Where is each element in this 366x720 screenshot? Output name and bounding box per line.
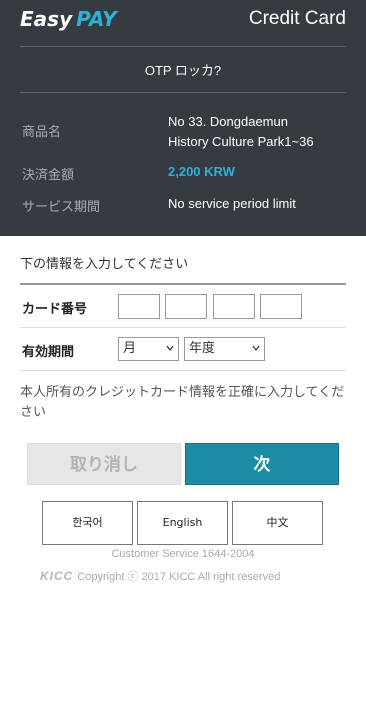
instruction-text: 下の情報を入力してください <box>20 257 189 272</box>
customer-service-text: Customer Service 1644-2004 <box>111 548 255 560</box>
header-divider-bottom <box>20 92 346 93</box>
expiry-label: 有効期間 <box>22 345 75 360</box>
service-label: サービス期間 <box>22 199 101 214</box>
language-korean-button[interactable]: 한국어 <box>42 501 133 545</box>
card-number-label: カード番号 <box>22 302 88 317</box>
language-chinese-button[interactable]: 中文 <box>232 501 323 545</box>
header: Easy PAY Credit Card OTP ロッカ? 商品名 No 33. … <box>0 0 366 236</box>
month-selected-value: 月 <box>123 341 137 356</box>
service-value: No service period limit <box>168 196 296 211</box>
language-english-button[interactable]: English <box>137 501 228 545</box>
logo-easy: Easy <box>20 7 73 31</box>
header-divider-top <box>20 46 346 47</box>
form-divider-middle <box>20 327 346 328</box>
copyright-text: Copyright ⓒ 2017 KICC All right reserved <box>77 571 281 583</box>
product-line2: History Culture Park1~36 <box>168 134 314 149</box>
card-number-input-2[interactable] <box>165 294 207 319</box>
kicc-logo: KICC <box>40 569 74 583</box>
cancel-button[interactable]: 取り消し <box>27 443 181 485</box>
chevron-down-icon <box>166 345 174 351</box>
copyright-line: KICC Copyright ⓒ 2017 KICC All right rese… <box>40 568 280 584</box>
card-number-input-3[interactable] <box>213 294 255 319</box>
product-value: No 33. Dongdaemun History Culture Park1~… <box>168 112 353 152</box>
card-number-input-1[interactable] <box>118 294 160 319</box>
form-divider-top <box>20 283 346 285</box>
card-number-input-4[interactable] <box>260 294 302 319</box>
otp-link[interactable]: OTP ロッカ? <box>0 60 366 79</box>
expiry-year-select[interactable]: 年度 <box>184 337 265 361</box>
chevron-down-icon <box>252 345 260 351</box>
product-line1: No 33. Dongdaemun <box>168 114 288 129</box>
form-divider-bottom <box>20 370 346 371</box>
logo-pay: PAY <box>76 7 117 31</box>
amount-value: 2,200 KRW <box>168 164 235 179</box>
product-label: 商品名 <box>22 124 62 139</box>
expiry-month-select[interactable]: 月 <box>118 337 179 361</box>
next-button[interactable]: 次 <box>185 443 339 485</box>
amount-label: 決済金額 <box>22 167 75 182</box>
notice-text: 本人所有のクレジットカード情報を正確に入力してください <box>20 385 345 420</box>
year-selected-value: 年度 <box>189 341 216 356</box>
page-title: Credit Card <box>248 8 346 29</box>
easypay-logo: Easy PAY <box>20 7 117 31</box>
